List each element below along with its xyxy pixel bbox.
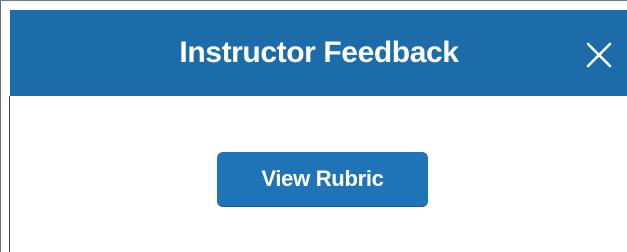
dialog-title: Instructor Feedback [179,36,459,69]
instructor-feedback-dialog: Instructor Feedback View Rubric [0,0,627,252]
close-button[interactable] [584,40,614,70]
close-icon [586,42,612,68]
dialog-header: Instructor Feedback [10,10,627,96]
dialog-body: View Rubric [10,96,627,252]
view-rubric-button[interactable]: View Rubric [217,152,428,206]
